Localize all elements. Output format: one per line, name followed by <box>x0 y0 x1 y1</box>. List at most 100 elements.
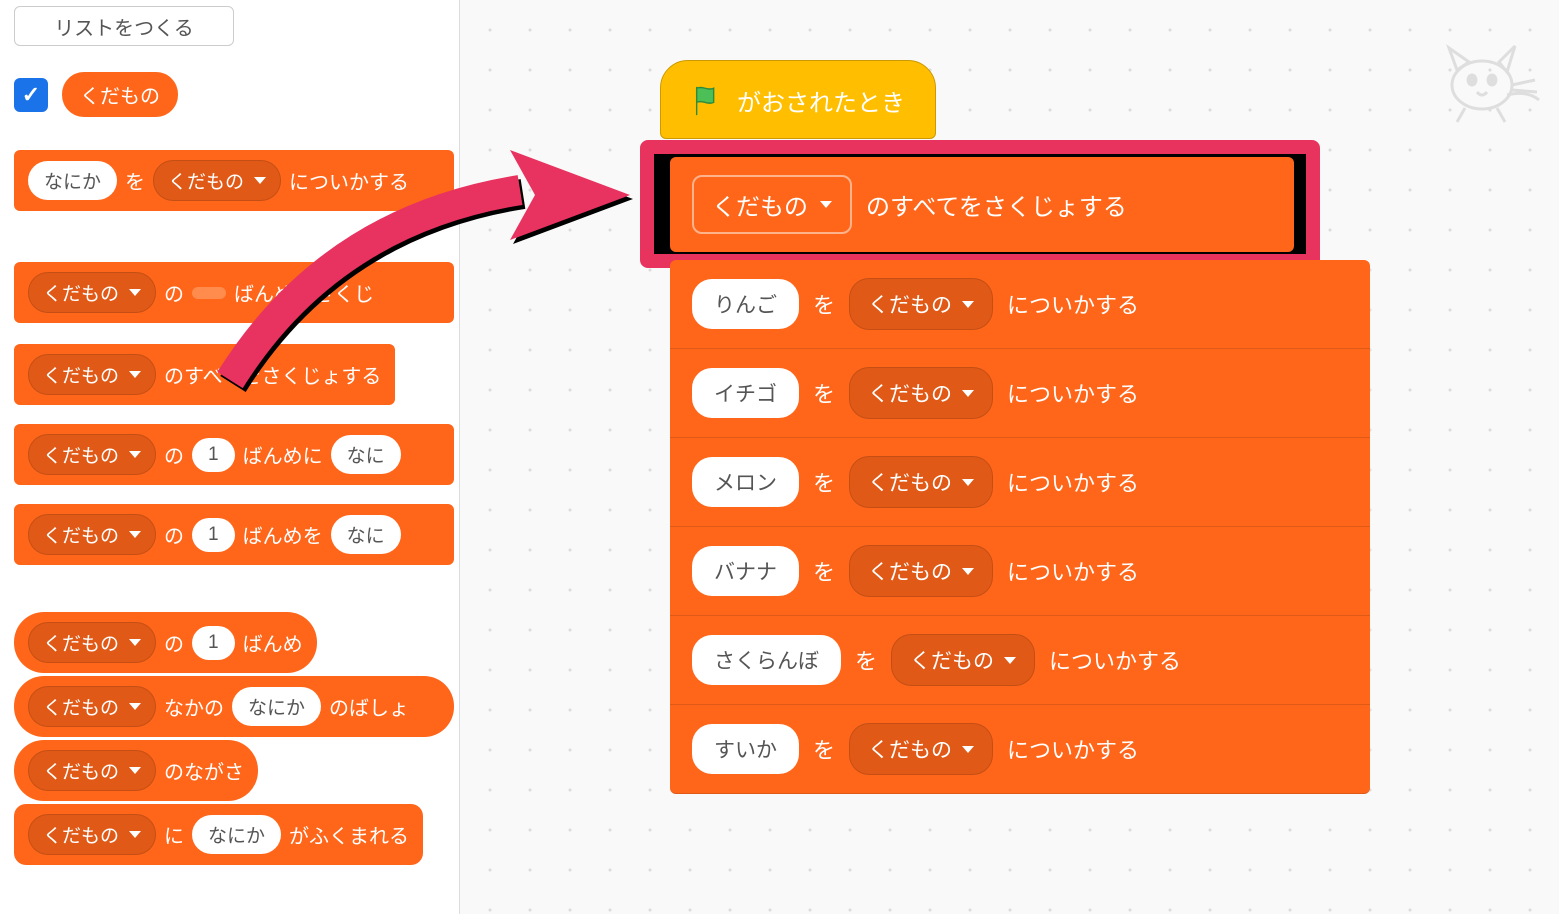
chevron-down-icon <box>962 390 974 397</box>
label: に <box>164 820 184 849</box>
chevron-down-icon <box>129 639 141 646</box>
list-dropdown[interactable]: くだもの <box>28 750 156 791</box>
label: のながさ <box>164 756 244 785</box>
list-dropdown[interactable]: くだもの <box>28 686 156 727</box>
make-list-button[interactable]: リストをつくる <box>14 6 234 46</box>
label: のばしょ <box>329 692 409 721</box>
text-input[interactable]: バナナ <box>692 546 799 596</box>
list-dropdown[interactable]: くだもの <box>849 278 993 330</box>
block-stack-add-items[interactable]: りんごをくだものについかするイチゴをくだものについかするメロンをくだものについか… <box>670 260 1370 794</box>
chevron-down-icon <box>962 568 974 575</box>
label: がおされたとき <box>737 83 905 118</box>
label: の <box>164 278 184 307</box>
block-add-to-list-instance[interactable]: バナナをくだものについかする <box>670 527 1370 616</box>
label: のすべてをさくじょする <box>164 360 381 389</box>
chevron-down-icon <box>962 301 974 308</box>
chevron-down-icon <box>129 289 141 296</box>
block-add-to-list-instance[interactable]: りんごをくだものについかする <box>670 260 1370 349</box>
list-dropdown[interactable]: くだもの <box>28 434 156 475</box>
label: を <box>813 555 835 587</box>
label: についかする <box>1007 555 1139 587</box>
text-input[interactable]: なにか <box>232 687 321 726</box>
label: なかの <box>164 692 224 721</box>
number-input[interactable]: 1 <box>192 438 235 472</box>
number-input[interactable] <box>192 287 226 299</box>
list-dropdown[interactable]: くだもの <box>28 514 156 555</box>
list-dropdown[interactable]: くだもの <box>849 723 993 775</box>
text-input[interactable]: りんご <box>692 279 799 329</box>
chevron-down-icon <box>962 479 974 486</box>
highlighted-block-delete-all[interactable]: くだもの のすべてをさくじょする <box>640 140 1320 268</box>
block-delete-all[interactable]: くだもの のすべてをさくじょする <box>14 344 395 405</box>
text-input[interactable]: なにか <box>28 161 117 200</box>
text-input[interactable]: さくらんぼ <box>692 635 841 685</box>
block-insert-at[interactable]: くだもの の 1 ばんめに なに <box>14 424 454 485</box>
label: ばんめに <box>243 440 323 469</box>
block-item-of[interactable]: くだもの の 1 ばんめ <box>14 612 317 673</box>
chevron-down-icon <box>129 831 141 838</box>
text-input[interactable]: すいか <box>692 724 799 774</box>
text-input[interactable]: なに <box>331 435 401 474</box>
label: を <box>813 733 835 765</box>
block-delete-all-instance[interactable]: くだもの のすべてをさくじょする <box>670 157 1294 252</box>
list-dropdown[interactable]: くだもの <box>849 545 993 597</box>
label: を <box>813 288 835 320</box>
block-palette: リストをつくる ✓ くだもの なにか を くだもの についかする くだもの の … <box>0 0 460 914</box>
list-dropdown[interactable]: くだもの <box>28 272 156 313</box>
chevron-down-icon <box>129 703 141 710</box>
label: がふくまれる <box>289 820 409 849</box>
list-dropdown[interactable]: くだもの <box>849 456 993 508</box>
list-dropdown[interactable]: くだもの <box>28 622 156 663</box>
label: ばんめを <box>243 520 323 549</box>
scratch-cat-icon <box>1427 30 1547 130</box>
label: についかする <box>1007 733 1139 765</box>
label: の <box>164 520 184 549</box>
text-input[interactable]: メロン <box>692 457 799 507</box>
label: を <box>855 644 877 676</box>
label: の <box>164 440 184 469</box>
green-flag-icon <box>691 84 725 118</box>
block-delete-nth[interactable]: くだもの の ばんめをさくじ <box>14 262 454 323</box>
text-input[interactable]: なに <box>331 515 401 554</box>
label: を <box>125 166 145 195</box>
text-input[interactable]: なにか <box>192 815 281 854</box>
block-replace-at[interactable]: くだもの の 1 ばんめを なに <box>14 504 454 565</box>
list-dropdown[interactable]: くだもの <box>692 175 852 234</box>
list-checkbox-row: ✓ くだもの <box>14 72 178 117</box>
block-add-to-list-instance[interactable]: イチゴをくだものについかする <box>670 349 1370 438</box>
block-add-to-list[interactable]: なにか を くだもの についかする <box>14 150 454 211</box>
list-visibility-checkbox[interactable]: ✓ <box>14 78 48 112</box>
list-dropdown[interactable]: くだもの <box>849 367 993 419</box>
block-add-to-list-instance[interactable]: メロンをくだものについかする <box>670 438 1370 527</box>
number-input[interactable]: 1 <box>192 626 235 660</box>
label: のすべてをさくじょする <box>866 187 1127 222</box>
label: についかする <box>1007 466 1139 498</box>
chevron-down-icon <box>129 767 141 774</box>
block-when-flag-clicked[interactable]: がおされたとき <box>660 60 936 139</box>
label: を <box>813 466 835 498</box>
list-dropdown[interactable]: くだもの <box>28 814 156 855</box>
block-length-of[interactable]: くだもの のながさ <box>14 740 258 801</box>
label: ばんめをさくじ <box>234 278 374 307</box>
label: についかする <box>1049 644 1181 676</box>
label: についかする <box>1007 288 1139 320</box>
chevron-down-icon <box>129 531 141 538</box>
chevron-down-icon <box>129 451 141 458</box>
label: についかする <box>289 166 409 195</box>
list-dropdown[interactable]: くだもの <box>28 354 156 395</box>
chevron-down-icon <box>129 371 141 378</box>
chevron-down-icon <box>254 177 266 184</box>
block-add-to-list-instance[interactable]: さくらんぼをくだものについかする <box>670 616 1370 705</box>
label: についかする <box>1007 377 1139 409</box>
list-name-pill[interactable]: くだもの <box>62 72 178 117</box>
list-dropdown[interactable]: くだもの <box>153 160 281 201</box>
list-dropdown[interactable]: くだもの <box>891 634 1035 686</box>
number-input[interactable]: 1 <box>192 518 235 552</box>
text-input[interactable]: イチゴ <box>692 368 799 418</box>
block-index-of[interactable]: くだもの なかの なにか のばしょ <box>14 676 454 737</box>
chevron-down-icon <box>1004 657 1016 664</box>
block-add-to-list-instance[interactable]: すいかをくだものについかする <box>670 705 1370 794</box>
block-contains[interactable]: くだもの に なにか がふくまれる <box>14 804 423 865</box>
label: を <box>813 377 835 409</box>
chevron-down-icon <box>820 201 832 208</box>
